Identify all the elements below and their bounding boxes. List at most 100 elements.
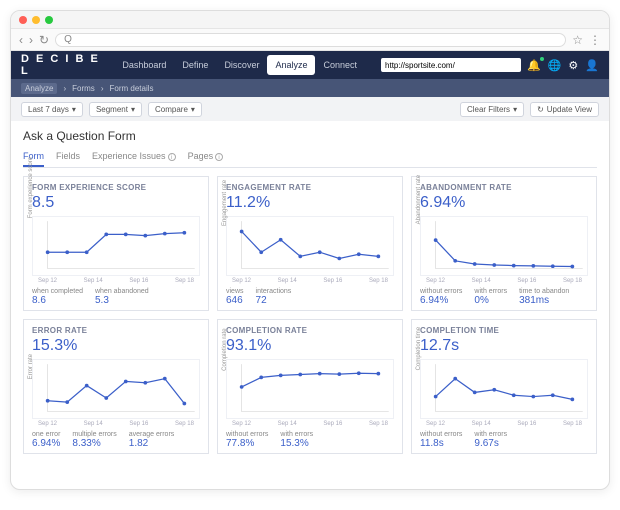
card-completion-rate: COMPLETION RATE93.1%Completion rateSep 1…: [217, 319, 403, 454]
stat-value: 6.94%: [420, 295, 462, 306]
stat-value: 15.3%: [280, 438, 313, 449]
bell-icon[interactable]: 🔔: [527, 59, 541, 72]
close-window-icon[interactable]: [19, 16, 27, 24]
period-dropdown[interactable]: Last 7 days ▾: [21, 102, 83, 117]
segment-dropdown[interactable]: Segment ▾: [89, 102, 142, 117]
notification-dot: [540, 57, 544, 61]
compare-label: Compare: [155, 105, 188, 114]
crumb-forms[interactable]: Forms: [72, 84, 95, 93]
nav-tab-analyze[interactable]: Analyze: [267, 55, 315, 75]
x-tick: Sep 16: [323, 278, 342, 284]
site-url-field[interactable]: [381, 58, 521, 72]
nav-tab-define[interactable]: Define: [174, 55, 216, 75]
crumb-form-details[interactable]: Form details: [109, 84, 153, 93]
info-icon[interactable]: i: [215, 153, 223, 161]
x-axis-labels: Sep 12Sep 14Sep 16Sep 18: [420, 419, 588, 427]
subtab-pages[interactable]: Pagesi: [188, 147, 224, 167]
clear-filters-button[interactable]: Clear Filters ▾: [460, 102, 524, 117]
x-tick: Sep 16: [323, 421, 342, 427]
chevron-down-icon: ▾: [72, 105, 76, 114]
card-title: COMPLETION RATE: [226, 326, 394, 335]
card-title: COMPLETION TIME: [420, 326, 588, 335]
card-title: ABANDONMENT RATE: [420, 183, 588, 192]
x-tick: Sep 18: [369, 421, 388, 427]
card-title: ERROR RATE: [32, 326, 200, 335]
card-footer-stats: when completed8.6when abandoned5.3: [32, 288, 200, 306]
subtabs: FormFieldsExperience IssuesiPagesi: [23, 147, 597, 168]
subtab-fields[interactable]: Fields: [56, 147, 80, 167]
stat-value: 8.33%: [72, 438, 116, 449]
filter-bar: Last 7 days ▾ Segment ▾ Compare ▾ Clear …: [11, 97, 609, 121]
card-title: FORM EXPERIENCE SCORE: [32, 183, 200, 192]
page-title: Ask a Question Form: [23, 129, 597, 143]
forward-icon[interactable]: ›: [29, 33, 33, 47]
card-abandonment-rate: ABANDONMENT RATE6.94%Abandonment rateSep…: [411, 176, 597, 311]
x-tick: Sep 12: [232, 421, 251, 427]
stat-label: time to abandon: [519, 288, 569, 295]
stat-value: 6.94%: [32, 438, 60, 449]
back-icon[interactable]: ‹: [19, 33, 23, 47]
omnibox-text: Q: [64, 34, 72, 45]
star-icon[interactable]: ☆: [572, 33, 583, 47]
globe-icon[interactable]: 🌐: [548, 59, 562, 72]
stat-label: without errors: [226, 431, 268, 438]
omnibox[interactable]: Q: [55, 33, 566, 47]
card-value: 12.7s: [420, 337, 588, 355]
x-tick: Sep 12: [38, 278, 57, 284]
y-axis-label: Abandonment rate: [416, 175, 422, 224]
stat-value: 77.8%: [226, 438, 268, 449]
x-tick: Sep 18: [369, 278, 388, 284]
refresh-icon[interactable]: ↻: [39, 33, 49, 47]
stat-value: 0%: [474, 295, 507, 306]
x-tick: Sep 14: [278, 278, 297, 284]
stat-value: 381ms: [519, 295, 569, 306]
x-tick: Sep 12: [426, 421, 445, 427]
stat-label: when completed: [32, 288, 83, 295]
subtab-experience-issues[interactable]: Experience Issuesi: [92, 147, 176, 167]
minimize-window-icon[interactable]: [32, 16, 40, 24]
nav-tab-connect[interactable]: Connect: [315, 55, 365, 75]
nav-tab-dashboard[interactable]: Dashboard: [114, 55, 174, 75]
stat-label: multiple errors: [72, 431, 116, 438]
update-label: Update View: [547, 105, 592, 114]
stat-with-errors: with errors9.67s: [474, 431, 507, 449]
user-icon[interactable]: 👤: [585, 59, 599, 72]
stat-time-to-abandon: time to abandon381ms: [519, 288, 569, 306]
browser-window: ‹ › ↻ Q ☆ ⋮ D E C I B E L DashboardDefin…: [10, 10, 610, 490]
info-icon[interactable]: i: [168, 153, 176, 161]
y-axis-label: Completion time: [416, 327, 422, 370]
compare-dropdown[interactable]: Compare ▾: [148, 102, 202, 117]
card-footer-stats: views646interactions72: [226, 288, 394, 306]
x-tick: Sep 14: [84, 278, 103, 284]
stat-label: interactions: [256, 288, 292, 295]
nav-tab-discover[interactable]: Discover: [216, 55, 267, 75]
x-axis-labels: Sep 12Sep 14Sep 16Sep 18: [226, 276, 394, 284]
x-axis-labels: Sep 12Sep 14Sep 16Sep 18: [32, 419, 200, 427]
browser-toolbar: ‹ › ↻ Q ☆ ⋮: [11, 29, 609, 51]
card-value: 6.94%: [420, 194, 588, 212]
x-tick: Sep 14: [472, 278, 491, 284]
stat-value: 11.8s: [420, 438, 462, 449]
crumb-analyze[interactable]: Analyze: [21, 83, 57, 94]
card-error-rate: ERROR RATE15.3%Error rateSep 12Sep 14Sep…: [23, 319, 209, 454]
site-url-input[interactable]: [381, 58, 521, 72]
chart: Form experience score: [32, 216, 200, 276]
stat-label: with errors: [474, 288, 507, 295]
stat-label: without errors: [420, 431, 462, 438]
nav-tabs: DashboardDefineDiscoverAnalyzeConnect: [114, 55, 365, 75]
card-value: 8.5: [32, 194, 200, 212]
stat-value: 8.6: [32, 295, 83, 306]
card-footer-stats: without errors6.94% with errors0% time to …: [420, 288, 588, 306]
stat-without-errors: without errors11.8s: [420, 431, 462, 449]
update-view-button[interactable]: ↻ Update View: [530, 102, 599, 117]
chevron-down-icon: ▾: [191, 105, 195, 114]
menu-icon[interactable]: ⋮: [589, 33, 601, 47]
gear-icon[interactable]: ⚙: [568, 59, 578, 72]
x-tick: Sep 12: [426, 278, 445, 284]
stat-with-errors: with errors0%: [474, 288, 507, 306]
stat-without-errors: without errors6.94%: [420, 288, 462, 306]
maximize-window-icon[interactable]: [45, 16, 53, 24]
app-navbar: D E C I B E L DashboardDefineDiscoverAna…: [11, 51, 609, 79]
card-grid: FORM EXPERIENCE SCORE 8.5 Form experience …: [23, 176, 597, 454]
stat-label: one error: [32, 431, 60, 438]
